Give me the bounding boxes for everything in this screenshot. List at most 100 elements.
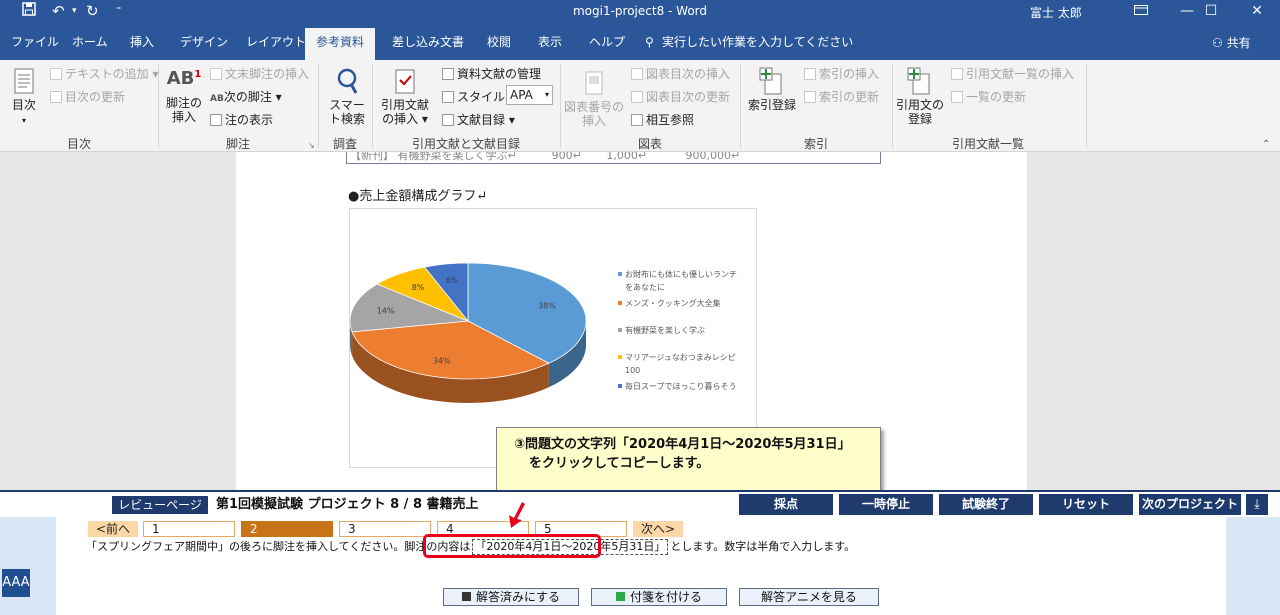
data-label-2: 34%	[433, 357, 451, 366]
ribbon: 目次 ▾ テキストの追加 ▾ 目次の更新 目次 AB1 脚注の挿入 文末脚注の挿入…	[0, 60, 1280, 152]
pause-button[interactable]: 一時停止	[839, 494, 933, 515]
group-citation-label: 引用文献と文献目録	[411, 137, 520, 151]
insert-index-icon	[804, 68, 816, 80]
legend-label-4: マリアージュなおつまみレシピ	[625, 353, 736, 362]
close-icon[interactable]: ✕	[1234, 0, 1280, 24]
show-notes-button[interactable]: 注の表示	[210, 113, 273, 127]
tab-review[interactable]: 校閲	[487, 33, 511, 51]
group-captions-label: 図表	[637, 137, 662, 151]
score-button[interactable]: 採点	[739, 494, 833, 515]
tab-references[interactable]: 参考資料	[305, 28, 376, 60]
mark-entry-button[interactable]: 索引登録	[746, 66, 798, 112]
maximize-icon[interactable]: ☐	[1188, 0, 1234, 24]
table-of-authorities-icon	[951, 68, 963, 80]
footnote-dialog-launcher-icon[interactable]: ↘	[308, 139, 315, 153]
table-of-contents-icon	[14, 68, 34, 94]
red-arrow-icon	[509, 502, 525, 528]
update-table-icon	[951, 91, 963, 103]
data-label-1: 38%	[538, 302, 556, 311]
add-text-button[interactable]: テキストの追加 ▾	[50, 67, 159, 81]
next-task-button[interactable]: 次へ>	[633, 521, 683, 537]
legend-marker-2	[618, 301, 622, 305]
review-page-button[interactable]: レビューページ	[112, 496, 208, 514]
caption-icon	[585, 71, 603, 95]
font-size-button[interactable]: AAA	[2, 569, 30, 597]
ribbon-display-icon[interactable]	[1118, 0, 1164, 24]
cross-reference-icon	[631, 114, 643, 126]
legend-label-4: 100	[625, 366, 640, 375]
legend-label-1: お財布にも体にも優しいランチ	[625, 269, 737, 279]
add-text-icon	[50, 68, 62, 80]
insert-table-of-figures-button[interactable]: 図表目次の挿入	[631, 67, 730, 81]
instruction-tooltip: ③問題文の文字列「2020年4月1日～2020年5月31日」 をクリックしてコピ…	[496, 427, 881, 491]
tell-me-search[interactable]: 実行したい作業を入力してください	[662, 33, 853, 51]
tell-me-icon[interactable]: ⚲	[645, 33, 654, 51]
tab-design[interactable]: デザイン	[180, 33, 228, 51]
update-table-icon	[50, 91, 62, 103]
data-label-5: 6%	[446, 276, 459, 285]
legend-label-1: をあなたに	[625, 283, 665, 292]
data-label-4: 8%	[412, 283, 425, 292]
tooltip-line-2: をクリックしてコピーします。	[529, 456, 710, 471]
exam-status-bar: レビューページ 第1回模擬試験 プロジェクト 8 / 8 書籍売上 採点 一時停…	[0, 490, 1280, 517]
ribbon-tabs: ファイル ホーム 挿入 デザイン レイアウト 参考資料 差し込み文書 校閲 表示…	[0, 24, 1280, 60]
toc-button[interactable]: 目次 ▾	[6, 66, 42, 128]
manage-sources-icon	[442, 68, 454, 80]
task-tab-2[interactable]: 2	[241, 521, 333, 537]
tab-help[interactable]: ヘルプ	[589, 33, 625, 51]
search-icon	[337, 68, 358, 94]
chart-heading: ●売上金額構成グラフ↵	[348, 189, 488, 204]
question-left-bar: AAA	[0, 517, 56, 615]
person-icon: ⚇	[1212, 36, 1227, 50]
add-tag-button[interactable]: 付箋を付ける	[591, 588, 727, 606]
download-icon[interactable]: ⤓	[1246, 494, 1268, 515]
question-right-bar	[1226, 517, 1280, 615]
highlight-callout-box	[423, 534, 601, 558]
insert-endnote-button[interactable]: 文末脚注の挿入	[210, 67, 309, 81]
insert-table-of-authorities-button[interactable]: 引用文献一覧の挿入	[951, 67, 1074, 81]
user-name[interactable]: 富士 太郎	[1030, 4, 1082, 21]
collapse-ribbon-icon[interactable]: ⌃	[1262, 138, 1270, 152]
tab-insert[interactable]: 挿入	[130, 33, 154, 51]
task-tab-3[interactable]: 3	[339, 521, 431, 537]
group-toa-label: 引用文献一覧	[951, 137, 1024, 151]
update-toc-button[interactable]: 目次の更新	[50, 90, 125, 104]
mark-citation-button[interactable]: 引用文の登録	[896, 66, 944, 126]
data-label-3: 14%	[377, 307, 395, 316]
next-footnote-button[interactable]: AB次の脚注 ▾	[210, 90, 282, 106]
task-tab-1[interactable]: 1	[143, 521, 235, 537]
tab-layout[interactable]: レイアウト	[246, 33, 306, 51]
insert-citation-button[interactable]: 引用文献の挿入 ▾	[376, 66, 434, 126]
legend-marker-4	[618, 355, 622, 359]
update-table-of-authorities-button[interactable]: 一覧の更新	[951, 90, 1026, 104]
update-table-of-figures-button[interactable]: 図表目次の更新	[631, 90, 730, 104]
reset-button[interactable]: リセット	[1039, 494, 1133, 515]
share-button[interactable]: ⚇ 共有	[1212, 34, 1251, 51]
insert-caption-button[interactable]: 図表番号の挿入	[563, 68, 625, 128]
cross-reference-button[interactable]: 相互参照	[631, 113, 694, 127]
update-table-icon	[631, 91, 643, 103]
prev-task-button[interactable]: <前へ	[88, 521, 138, 537]
bibliography-button[interactable]: 文献目録 ▾	[442, 113, 515, 127]
style-icon	[442, 91, 454, 103]
next-project-button[interactable]: 次のプロジェクト	[1139, 494, 1241, 515]
tab-file[interactable]: ファイル	[11, 33, 59, 51]
exam-title: 第1回模擬試験 プロジェクト 8 / 8 書籍売上	[216, 497, 479, 512]
mark-answered-button[interactable]: 解答済みにする	[443, 588, 579, 606]
next-footnote-icon: AB	[210, 94, 224, 104]
insert-footnote-button[interactable]: AB1 脚注の挿入	[163, 68, 205, 124]
manage-sources-button[interactable]: 資料文献の管理	[442, 67, 541, 81]
style-select[interactable]: APA ▾	[506, 85, 553, 105]
view-answer-animation-button[interactable]: 解答アニメを見る	[739, 588, 879, 606]
tab-view[interactable]: 表示	[538, 33, 562, 51]
group-research-label: 調査	[332, 137, 357, 151]
show-notes-icon	[210, 114, 222, 126]
tab-mailings[interactable]: 差し込み文書	[392, 33, 464, 51]
update-index-button[interactable]: 索引の更新	[804, 90, 879, 104]
tab-home[interactable]: ホーム	[72, 33, 108, 51]
smart-lookup-button[interactable]: スマート検索	[324, 66, 370, 126]
end-exam-button[interactable]: 試験終了	[939, 494, 1033, 515]
insert-index-button[interactable]: 索引の挿入	[804, 67, 879, 81]
mark-citation-icon	[907, 67, 930, 95]
question-panel: AAA <前へ 1 2 3 4 5 次へ> 「スプリングフェア期間中」の後ろに脚…	[0, 517, 1280, 615]
